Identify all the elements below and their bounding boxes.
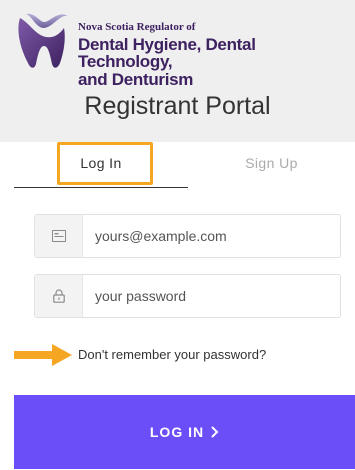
org-name-line1: Nova Scotia Regulator of <box>78 21 196 33</box>
password-input[interactable] <box>95 275 335 317</box>
password-icon-container <box>35 275 83 317</box>
page-title: Registrant Portal <box>84 92 271 120</box>
lock-icon <box>52 289 65 303</box>
envelope-icon <box>51 230 66 242</box>
password-field <box>34 274 341 318</box>
chevron-right-icon <box>211 426 219 438</box>
org-name-line2: Dental Hygiene, Dental Technology, <box>78 34 256 72</box>
org-logo: Nova Scotia Regulator of Dental Hygiene,… <box>14 8 354 90</box>
tooth-logo-icon <box>18 13 68 68</box>
email-icon-container <box>35 215 83 257</box>
forgot-password-link[interactable]: Don't remember your password? <box>78 347 266 362</box>
org-name-line3: and Denturism <box>78 70 194 90</box>
portal-header: Nova Scotia Regulator of Dental Hygiene,… <box>0 0 355 142</box>
log-in-button-label: LOG IN <box>149 424 205 440</box>
tab-log-in[interactable]: Log In <box>14 142 188 188</box>
tab-sign-up[interactable]: Sign Up <box>188 142 355 188</box>
annotation-arrow-icon <box>14 344 72 366</box>
log-in-button[interactable]: LOG IN <box>14 395 355 469</box>
email-input[interactable] <box>95 215 335 257</box>
email-field <box>34 214 341 258</box>
auth-tabs: Log In Sign Up <box>0 142 355 188</box>
